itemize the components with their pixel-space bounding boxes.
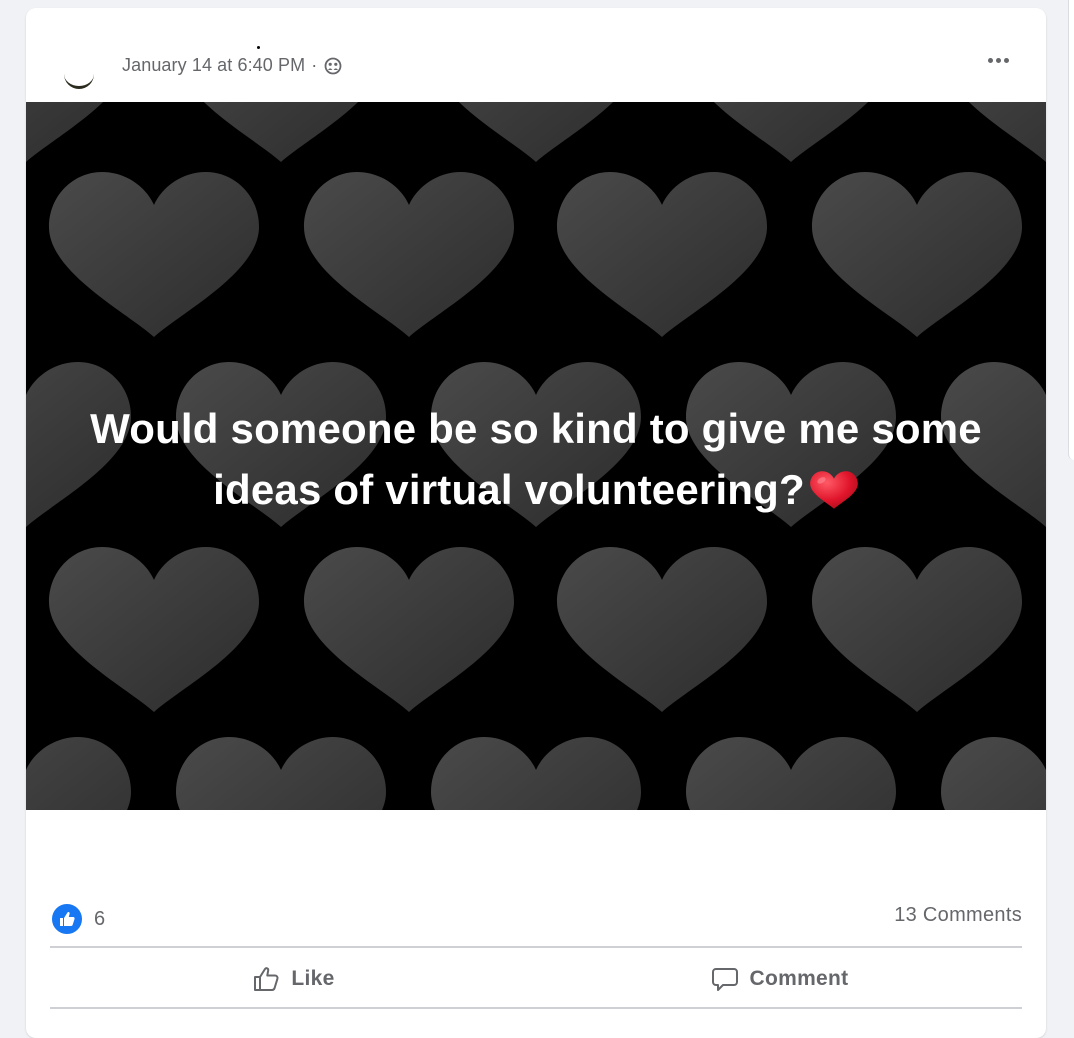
- post-background-image[interactable]: Would someone be so kind to give me some…: [26, 102, 1046, 810]
- post-meta: January 14 at 6:40 PM ·: [122, 55, 343, 76]
- thumbs-up-icon: [254, 967, 279, 991]
- comment-button[interactable]: Comment: [536, 950, 1022, 1008]
- reaction-count: 6: [94, 907, 106, 930]
- comment-label: Comment: [749, 967, 849, 990]
- author-avatar[interactable]: [64, 68, 94, 89]
- author-name-fragment: [257, 46, 260, 49]
- post-timestamp[interactable]: January 14 at 6:40 PM: [122, 55, 305, 76]
- post-text-line-2-text: ideas of virtual volunteering?: [213, 466, 805, 513]
- divider-bottom: [50, 1007, 1022, 1009]
- meta-separator: ·: [311, 55, 318, 75]
- like-reaction-icon: [50, 902, 84, 936]
- comment-bubble-icon: [711, 968, 738, 991]
- divider-top: [50, 946, 1022, 948]
- post-text: Would someone be so kind to give me some…: [26, 398, 1046, 520]
- reactions-summary[interactable]: 6: [50, 902, 105, 936]
- like-button[interactable]: Like: [50, 950, 536, 1008]
- more-options-icon[interactable]: [980, 42, 1016, 78]
- post-actions: Like Comment: [50, 950, 1022, 1008]
- post-text-line-2: ideas of virtual volunteering?: [26, 459, 1046, 520]
- comments-count-link[interactable]: 13 Comments: [894, 904, 1022, 927]
- adjacent-panel-edge: [1068, 0, 1074, 460]
- post-card: January 14 at 6:40 PM · Would someone be…: [26, 8, 1046, 1038]
- like-label: Like: [291, 967, 335, 990]
- friends-icon[interactable]: [323, 56, 343, 76]
- post-text-line-1: Would someone be so kind to give me some: [90, 405, 982, 452]
- red-heart-icon: [810, 471, 858, 509]
